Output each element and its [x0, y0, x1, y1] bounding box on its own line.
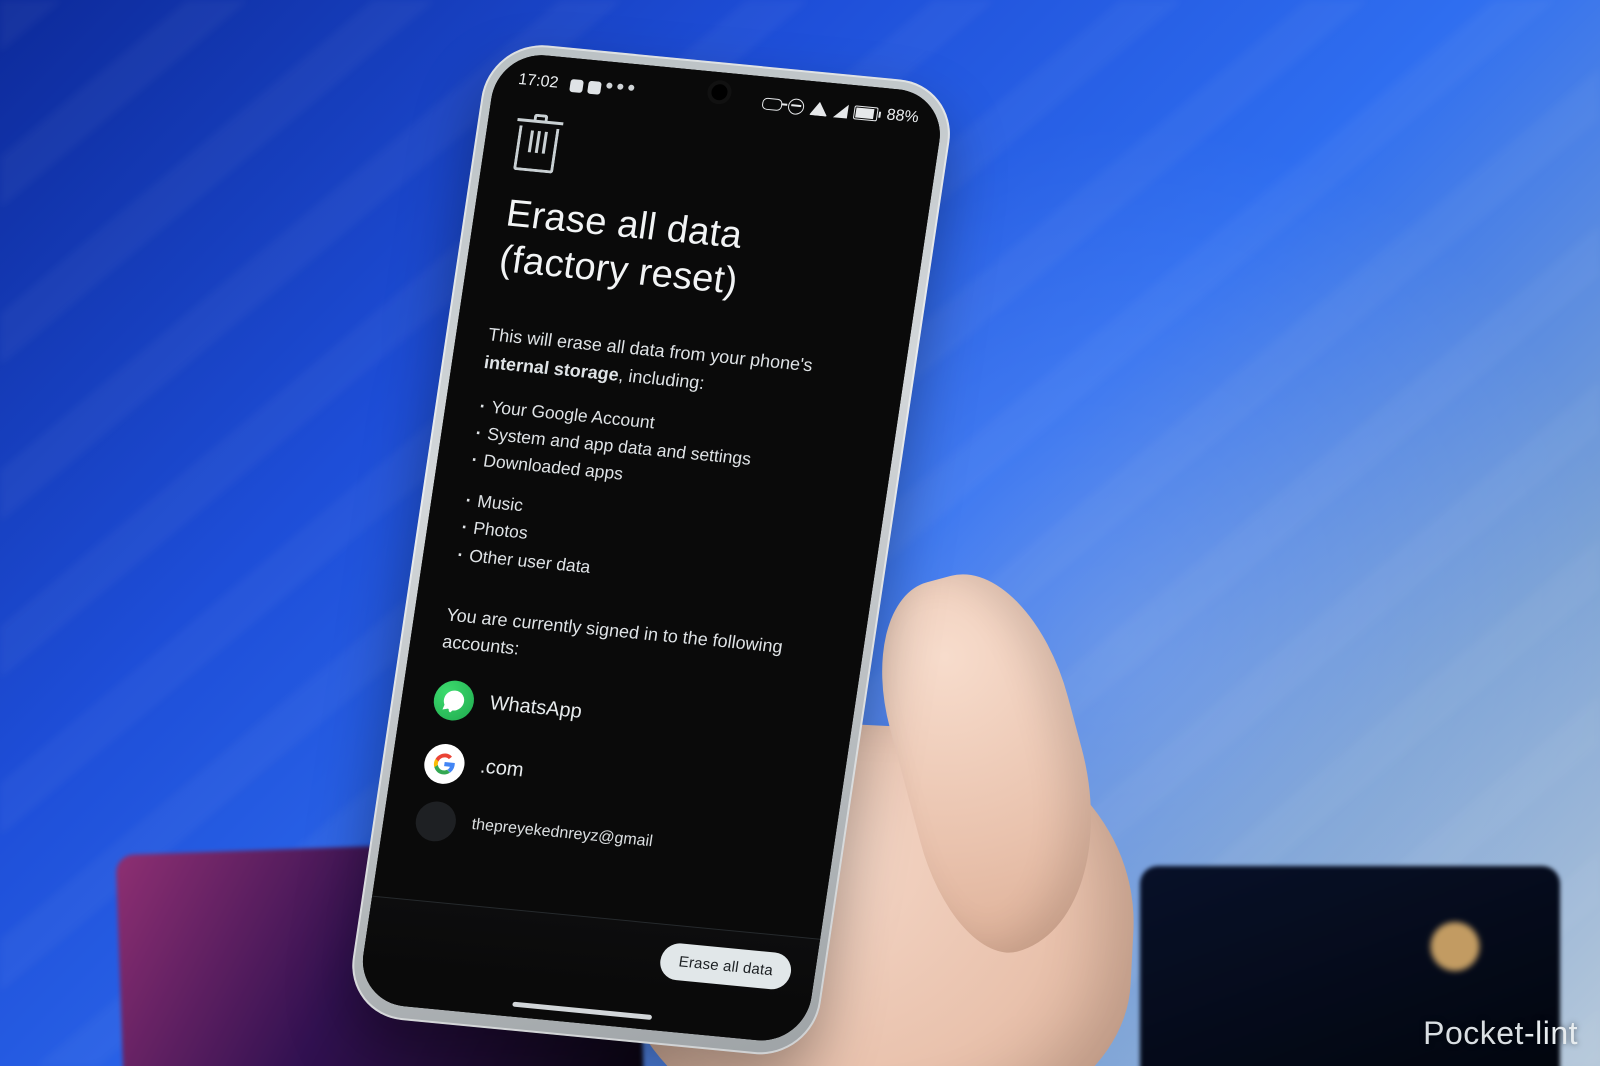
battery-percent: 88% [885, 106, 920, 127]
google-icon [422, 742, 468, 785]
whatsapp-icon [431, 679, 477, 722]
gesture-handle[interactable] [512, 1002, 652, 1020]
notification-dot-icon [606, 82, 613, 89]
signed-in-text: You are currently signed in to the follo… [441, 601, 833, 691]
trash-icon [513, 125, 559, 173]
page-title: Erase all data (factory reset) [496, 192, 894, 319]
vpn-key-icon [761, 97, 783, 111]
bottom-action-bar: Erase all data [362, 896, 820, 1009]
erase-list-b: Music Photos Other user data [456, 487, 850, 604]
notification-icon [587, 80, 602, 94]
pocketlint-watermark: Pocket-lint [1423, 1015, 1578, 1052]
do-not-disturb-icon [787, 98, 805, 115]
settings-content[interactable]: Erase all data (factory reset) This will… [381, 92, 940, 879]
account-avatar-icon [413, 799, 459, 842]
wifi-icon [809, 101, 829, 117]
account-label: .com [479, 756, 526, 783]
photo-scene: 17:02 [0, 0, 1600, 1066]
account-label: WhatsApp [488, 692, 583, 724]
signal-icon [833, 103, 849, 118]
notification-icon [569, 78, 584, 92]
account-label: thepreyekednreyz@gmail [470, 816, 653, 851]
notification-dot-icon [617, 83, 624, 90]
notification-dot-icon [628, 84, 635, 91]
status-time: 17:02 [517, 71, 560, 93]
account-row-whatsapp[interactable]: WhatsApp [431, 679, 821, 756]
battery-icon [853, 105, 882, 121]
erase-all-data-button[interactable]: Erase all data [658, 941, 793, 990]
